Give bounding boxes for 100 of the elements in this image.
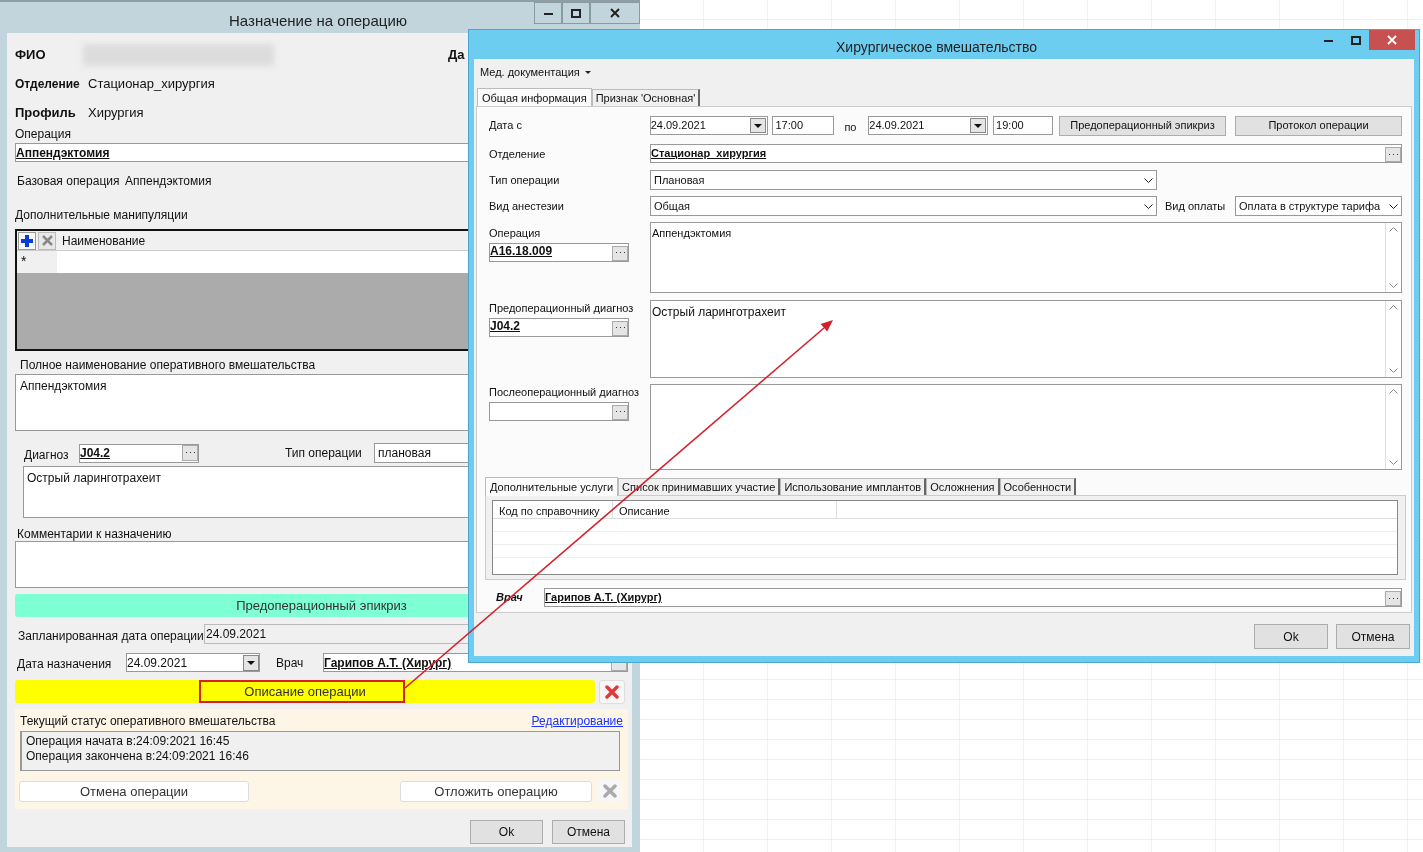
scrollbar[interactable] — [1385, 301, 1401, 377]
cancel-operation-button[interactable]: Отмена операции — [19, 780, 249, 802]
field-label: Запланированная дата операции — [18, 627, 204, 645]
diagnosis-code-field[interactable] — [489, 401, 629, 421]
text-area[interactable] — [650, 384, 1402, 470]
cross-icon — [605, 684, 619, 699]
browse-button[interactable] — [612, 245, 628, 261]
scrollbar[interactable] — [1385, 223, 1401, 292]
tab[interactable]: Особенности — [999, 478, 1077, 495]
field-label: Дополнительные манипуляции — [15, 207, 188, 224]
window-title: Хирургическое вмешательство — [836, 38, 1038, 57]
cancel-button[interactable]: Отмена — [552, 820, 625, 844]
chevron-down-icon — [1389, 203, 1398, 209]
field-label: Дата назначения — [17, 656, 113, 673]
tab[interactable]: Осложнения — [926, 478, 1000, 495]
field-label: Вид оплаты — [1165, 198, 1227, 214]
close-icon — [1387, 35, 1397, 45]
field-value: Стационар_хирургия — [88, 75, 215, 94]
ok-button[interactable]: Ok — [470, 820, 543, 844]
field-label: по — [844, 119, 858, 135]
window-title: Назначение на операцию — [229, 11, 407, 31]
operation-type-select[interactable]: Плановая — [650, 170, 1157, 190]
anesthesia-select[interactable]: Общая — [650, 196, 1157, 216]
field-label: Отделение — [15, 76, 81, 93]
operation-code-field[interactable]: A16.18.009 — [489, 242, 629, 262]
field-label: Тип операции — [489, 172, 561, 188]
close-button[interactable] — [590, 2, 640, 24]
date-picker[interactable]: 24.09.2021 — [649, 116, 769, 135]
payment-select[interactable]: Оплата в структуре тарифа — [1235, 196, 1402, 216]
dropdown-button[interactable] — [970, 118, 987, 133]
ok-button[interactable]: Ok — [1254, 624, 1328, 649]
field-label: Да — [448, 46, 465, 65]
minimize-button[interactable] — [534, 2, 562, 24]
text-area[interactable]: Острый ларинготрахеит — [650, 300, 1402, 378]
maximize-icon — [1350, 35, 1361, 45]
caret-icon — [754, 123, 763, 128]
department-field[interactable]: Стационар_хирургия — [650, 144, 1402, 163]
chevron-up-icon — [1389, 389, 1398, 394]
time-field[interactable]: 17:00 — [772, 116, 835, 135]
description-button[interactable]: Описание операции — [15, 680, 595, 703]
chevron-down-icon — [1389, 283, 1398, 288]
caret-icon — [247, 660, 255, 665]
add-button[interactable] — [18, 231, 36, 250]
cancel-button[interactable]: Отмена — [1336, 624, 1410, 649]
protocol-button[interactable]: Протокол операции — [1235, 115, 1402, 136]
menu-item[interactable]: Мед. документация — [480, 64, 591, 81]
text-area[interactable]: Аппендэктомия — [650, 222, 1402, 293]
delete-button[interactable] — [598, 780, 622, 802]
column-header: Наименование — [62, 232, 146, 250]
doctor-field[interactable]: Гарипов А.Т. (Хирург) — [544, 588, 1402, 607]
browse-button[interactable] — [612, 404, 628, 420]
caret-icon — [974, 123, 983, 128]
time-field[interactable]: 19:00 — [993, 116, 1053, 135]
dropdown-button[interactable] — [243, 654, 259, 671]
field-label: Базовая операция — [17, 173, 121, 190]
browse-button[interactable] — [1385, 147, 1401, 162]
edit-link[interactable]: Редактирование — [531, 712, 623, 730]
field-value: Хирургия — [88, 104, 144, 123]
browse-button[interactable] — [612, 320, 628, 336]
close-button[interactable] — [1369, 30, 1415, 50]
browse-button[interactable] — [1385, 591, 1401, 606]
cross-icon — [41, 235, 53, 246]
delete-button[interactable] — [599, 679, 625, 704]
status-title: Текущий статус оперативного вмешательства — [20, 713, 276, 730]
field-value: Аппендэктомия — [125, 173, 212, 190]
diagnosis-code-field[interactable]: J04.2 — [489, 317, 629, 337]
scrollbar[interactable] — [1385, 385, 1401, 469]
field-label: ФИО — [15, 46, 47, 65]
date-picker[interactable]: 24.09.2021 — [126, 653, 260, 672]
diagnosis-field[interactable]: J04.2 — [79, 443, 199, 463]
field-label: Комментарии к назначению — [17, 525, 172, 543]
tab[interactable]: Признак 'Основная' — [591, 89, 701, 106]
field-label: Полное наименование оперативного вмешательства — [20, 357, 316, 374]
cross-icon — [603, 784, 617, 798]
status-line: Операция начата в:24:09:2021 16:45 — [26, 734, 231, 749]
delete-button[interactable] — [38, 231, 56, 250]
close-icon — [610, 8, 620, 18]
maximize-icon — [571, 8, 581, 18]
epicrisis-button[interactable]: Предоперационный эпикриз — [1059, 115, 1226, 136]
tab[interactable]: Дополнительные услуги — [485, 477, 619, 496]
date-picker[interactable]: 24.09.2021 — [868, 116, 989, 135]
caret-icon — [584, 71, 591, 74]
plus-icon — [21, 234, 33, 247]
minimize-icon — [1324, 38, 1333, 42]
postpone-button[interactable]: Отложить операцию — [400, 780, 592, 802]
browse-button[interactable] — [182, 445, 198, 461]
field-label: Операция — [489, 226, 542, 241]
dropdown-button[interactable] — [750, 118, 767, 133]
status-line: Операция закончена в:24:09:2021 16:46 — [26, 749, 250, 764]
maximize-button[interactable] — [562, 2, 590, 24]
chevron-down-icon — [1144, 203, 1153, 209]
tab[interactable]: Использование имплантов — [780, 478, 927, 495]
tab[interactable]: Общая информация — [477, 88, 592, 107]
chevron-up-icon — [1389, 227, 1398, 232]
field-label: Предоперационный диагноз — [489, 301, 635, 316]
field-label: Вид анестезии — [489, 198, 565, 214]
field-label: Отделение — [489, 147, 547, 163]
field-label: Врач — [276, 654, 305, 672]
field-label: Операция — [15, 126, 71, 143]
minimize-icon — [543, 11, 553, 15]
